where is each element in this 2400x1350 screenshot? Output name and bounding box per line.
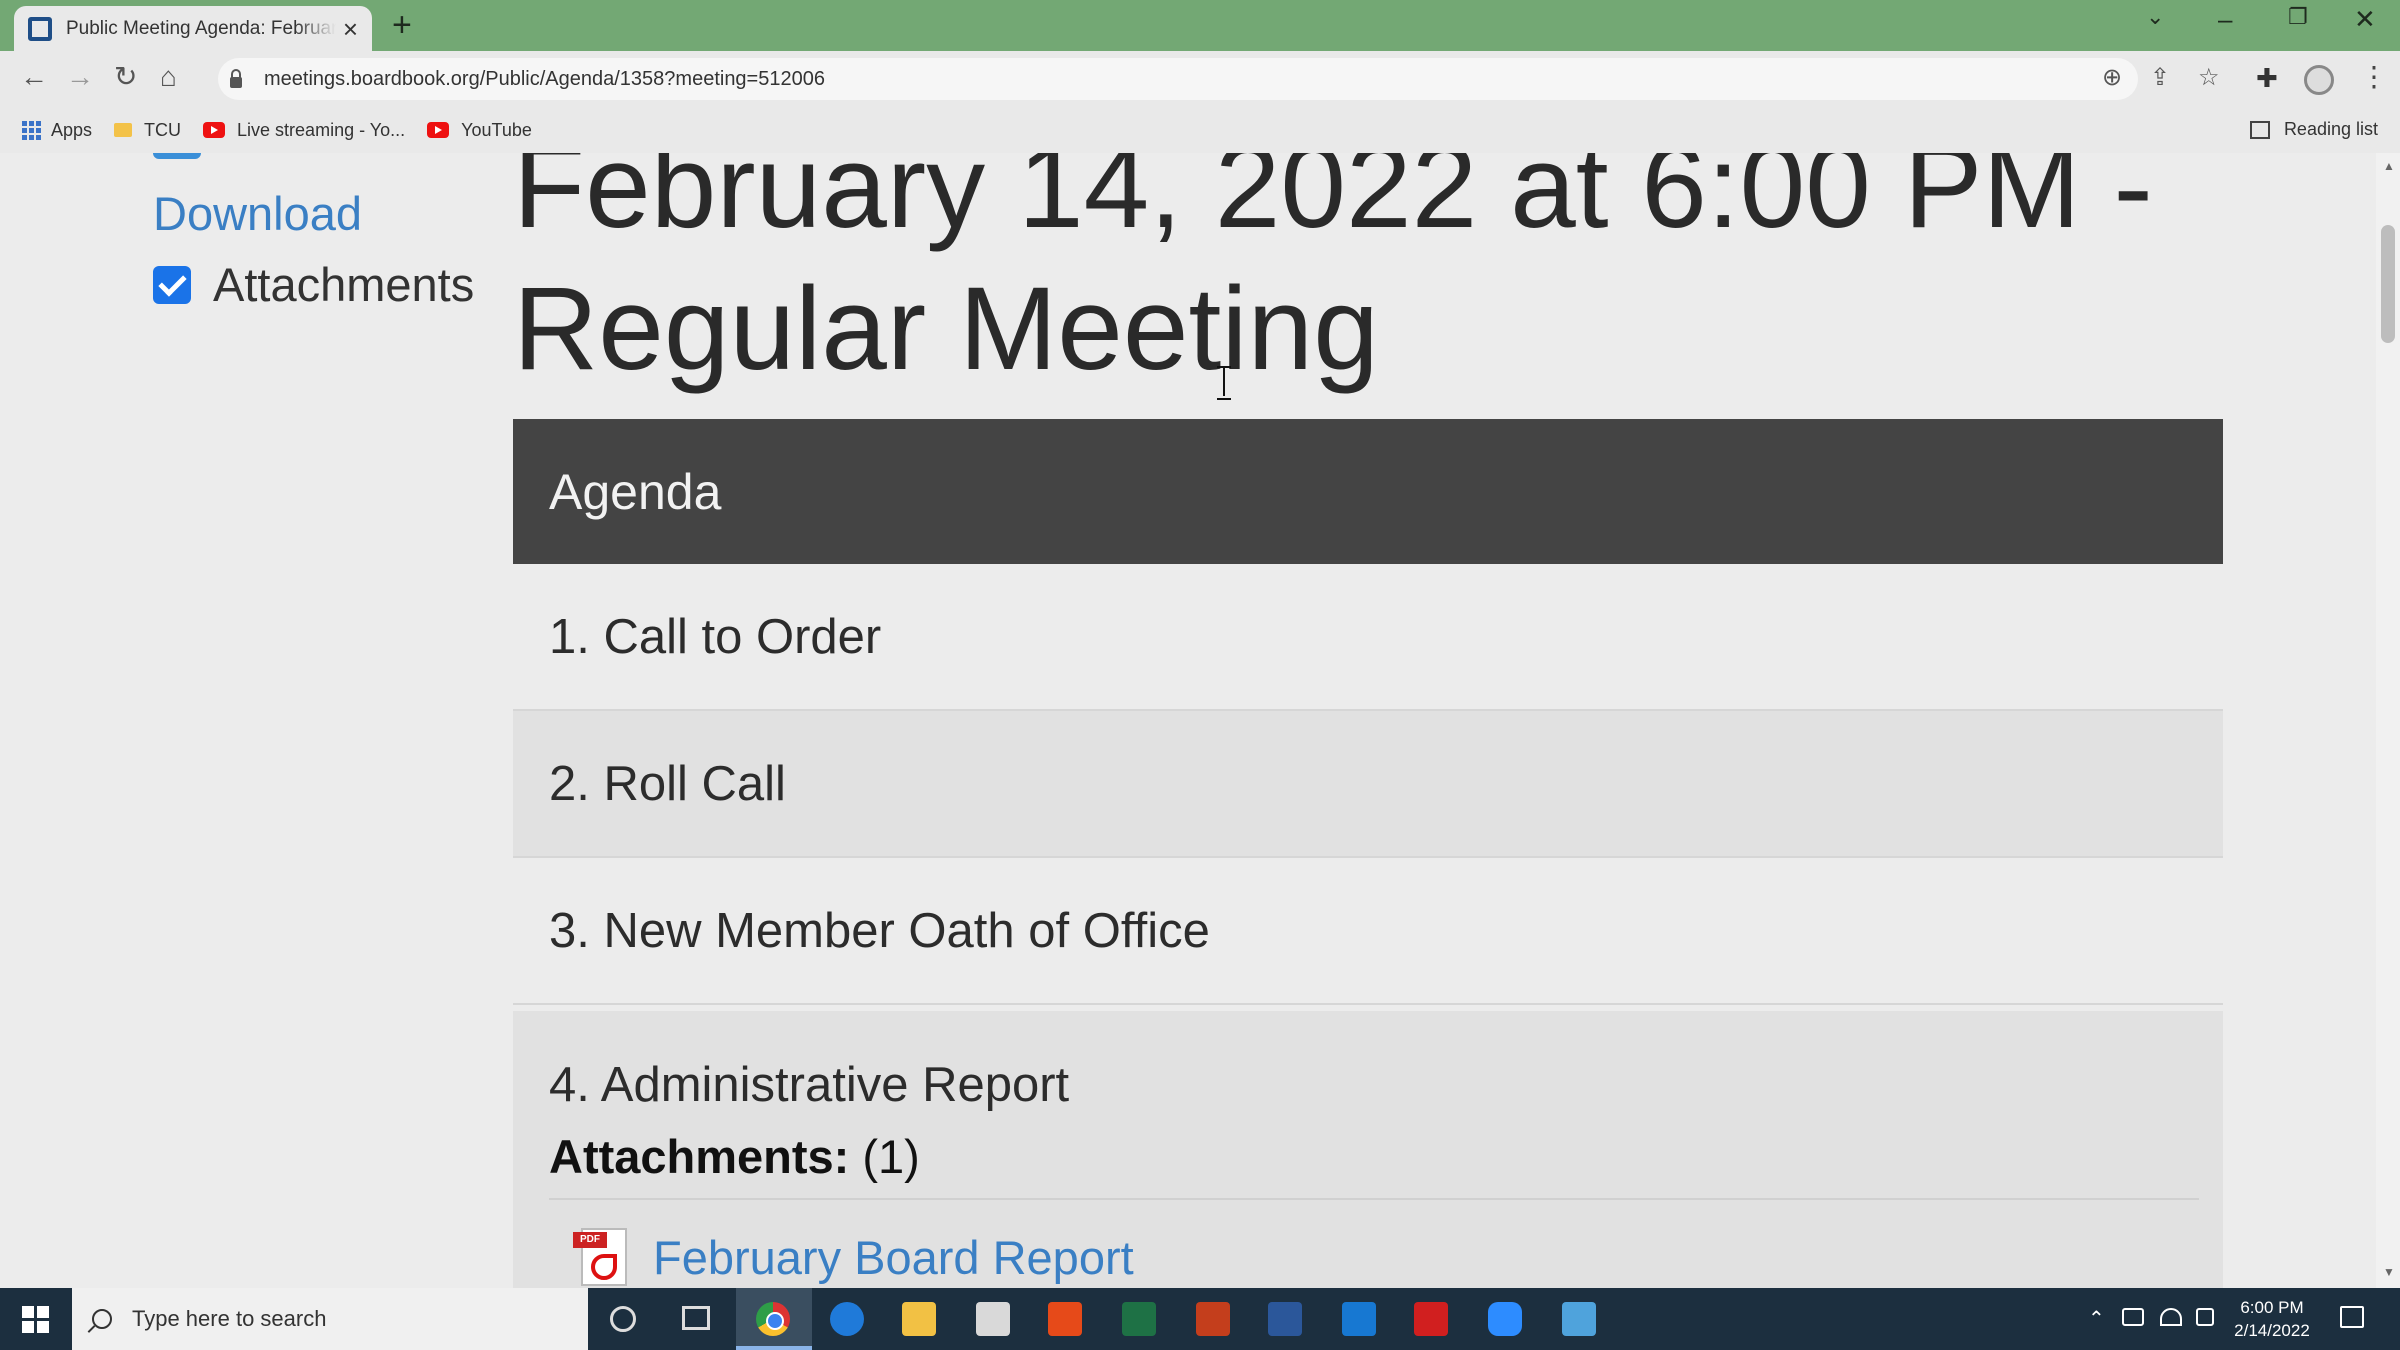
page-scrollbar[interactable]: ▲ ▼ — [2376, 153, 2400, 1288]
pdf-file-icon[interactable]: PDF — [573, 1226, 635, 1288]
bookmark-label: Live streaming - Yo... — [237, 119, 406, 140]
page-content: Download Attachments February 14, 2022 a… — [0, 153, 2376, 1288]
back-arrow-icon[interactable]: ← — [20, 63, 48, 91]
bookmark-star-icon[interactable]: ☆ — [2198, 66, 2220, 90]
agenda-header: Agenda — [513, 419, 2223, 564]
word-icon[interactable] — [1268, 1302, 1302, 1336]
browser-tab-active[interactable]: Public Meeting Agenda: February 14, 2022… — [14, 6, 372, 51]
browser-menu-icon[interactable]: ⋮ — [2360, 63, 2388, 91]
taskbar-search[interactable]: Type here to search — [72, 1288, 588, 1350]
windows-start-icon[interactable] — [22, 1306, 49, 1333]
partial-button-edge[interactable] — [153, 153, 201, 159]
profile-avatar-icon[interactable] — [2304, 65, 2334, 95]
minimize-window-icon[interactable]: – — [2218, 6, 2232, 32]
youtube-icon — [203, 122, 226, 138]
apps-grid-icon — [22, 120, 41, 140]
attachments-toggle[interactable]: Attachments — [153, 257, 474, 312]
chrome-icon[interactable] — [756, 1302, 790, 1336]
agenda-item-oath-of-office[interactable]: 3. New Member Oath of Office — [513, 858, 2223, 1005]
agenda-item-call-to-order[interactable]: 1. Call to Order — [513, 564, 2223, 711]
reading-list-icon — [2249, 120, 2270, 139]
bookmark-apps[interactable]: Apps — [22, 120, 92, 141]
bookmark-label: TCU — [144, 119, 182, 140]
reload-icon[interactable]: ↻ — [114, 63, 137, 91]
attachments-count: (1) — [862, 1130, 920, 1183]
excel-icon[interactable] — [1122, 1302, 1156, 1336]
agenda-item-roll-call[interactable]: 2. Roll Call — [513, 711, 2223, 858]
bookmark-label: YouTube — [461, 119, 532, 140]
text-cursor-icon — [1217, 366, 1231, 400]
attachments-divider — [549, 1198, 2199, 1200]
url-text[interactable]: meetings.boardbook.org/Public/Agenda/135… — [264, 68, 825, 91]
attachments-checkbox[interactable] — [153, 265, 191, 304]
address-bar[interactable]: meetings.boardbook.org/Public/Agenda/135… — [218, 58, 2220, 100]
windows-taskbar: Type here to search ⌃ 6:00 PM 2/14/2022 — [0, 1288, 2400, 1350]
pdf-badge: PDF — [573, 1232, 607, 1248]
reading-list-label: Reading list — [2283, 119, 2378, 139]
youtube-icon — [427, 122, 450, 138]
attachment-link-february-board-report[interactable]: February Board Report — [653, 1230, 1134, 1285]
attachment-row[interactable]: PDF February Board Report — [573, 1226, 2223, 1288]
close-window-icon[interactable]: ✕ — [2354, 6, 2376, 32]
forward-arrow-icon[interactable]: → — [66, 63, 94, 91]
meeting-title: February 14, 2022 at 6:00 PM - Regular M… — [513, 153, 2153, 395]
browser-tab-bar: Public Meeting Agenda: February 14, 2022… — [0, 0, 2400, 51]
bookmark-youtube[interactable]: YouTube — [427, 120, 532, 141]
download-link[interactable]: Download — [153, 186, 362, 241]
tab-search-chevron-icon[interactable]: ⌄ — [2146, 6, 2164, 28]
bookmarks-bar: Apps TCU Live streaming - Yo... YouTube … — [0, 107, 2400, 153]
attachments-heading-label: Attachments: — [549, 1130, 850, 1183]
clock-time: 6:00 PM — [2240, 1298, 2304, 1317]
home-icon[interactable]: ⌂ — [160, 63, 177, 91]
lock-icon[interactable] — [230, 68, 242, 88]
clock-date: 2/14/2022 — [2234, 1321, 2310, 1340]
search-icon — [92, 1309, 112, 1329]
file-explorer-icon[interactable] — [902, 1302, 936, 1336]
attachments-heading: Attachments: (1) — [549, 1129, 2223, 1184]
new-tab-plus-icon[interactable]: + — [392, 8, 412, 42]
restore-window-icon[interactable]: ❐ — [2288, 6, 2308, 28]
edge-icon[interactable] — [830, 1302, 864, 1336]
share-icon[interactable]: ⇪ — [2150, 66, 2170, 90]
taskbar-search-placeholder[interactable]: Type here to search — [132, 1306, 326, 1332]
scroll-down-arrow-icon[interactable]: ▼ — [2383, 1265, 2395, 1279]
attachments-checkbox-label[interactable]: Attachments — [213, 257, 474, 312]
bookmark-tcu[interactable]: TCU — [114, 120, 181, 141]
zoom-app-icon[interactable] — [1488, 1302, 1522, 1336]
task-view-icon[interactable] — [682, 1306, 710, 1330]
close-tab-icon[interactable]: × — [343, 16, 358, 42]
volume-icon[interactable] — [2196, 1308, 2214, 1326]
notification-center-icon[interactable] — [2340, 1306, 2364, 1328]
agenda-item-title: 4. Administrative Report — [549, 1058, 1070, 1112]
store-icon[interactable] — [976, 1302, 1010, 1336]
zoom-icon[interactable]: ⊕ — [2102, 66, 2122, 90]
scroll-up-arrow-icon[interactable]: ▲ — [2383, 159, 2395, 173]
agenda-item-administrative-report[interactable]: 4. Administrative Report Attachments: (1… — [513, 1011, 2223, 1288]
taskbar-clock[interactable]: 6:00 PM 2/14/2022 — [2232, 1296, 2312, 1342]
cortana-icon[interactable] — [610, 1306, 636, 1332]
tab-title: Public Meeting Agenda: February 14, 2022… — [66, 17, 336, 39]
reading-list-button[interactable]: Reading list — [2249, 119, 2378, 140]
folder-icon — [114, 123, 133, 137]
extensions-puzzle-icon[interactable]: ✚ — [2256, 65, 2278, 91]
wifi-icon[interactable] — [2160, 1308, 2182, 1326]
scrollbar-thumb[interactable] — [2381, 225, 2395, 343]
office-icon[interactable] — [1048, 1302, 1082, 1336]
tray-overflow-chevron-icon[interactable]: ⌃ — [2088, 1306, 2105, 1331]
remote-desktop-icon[interactable] — [1562, 1302, 1596, 1336]
bookmark-label: Apps — [51, 119, 93, 140]
browser-toolbar: ← → ↻ ⌂ meetings.boardbook.org/Public/Ag… — [0, 51, 2400, 107]
acrobat-icon[interactable] — [1414, 1302, 1448, 1336]
powerpoint-icon[interactable] — [1196, 1302, 1230, 1336]
boardbook-favicon-icon — [28, 16, 52, 41]
battery-icon[interactable] — [2122, 1308, 2144, 1326]
bookmark-live-streaming[interactable]: Live streaming - Yo... — [203, 120, 405, 141]
media-player-icon[interactable] — [1342, 1302, 1376, 1336]
